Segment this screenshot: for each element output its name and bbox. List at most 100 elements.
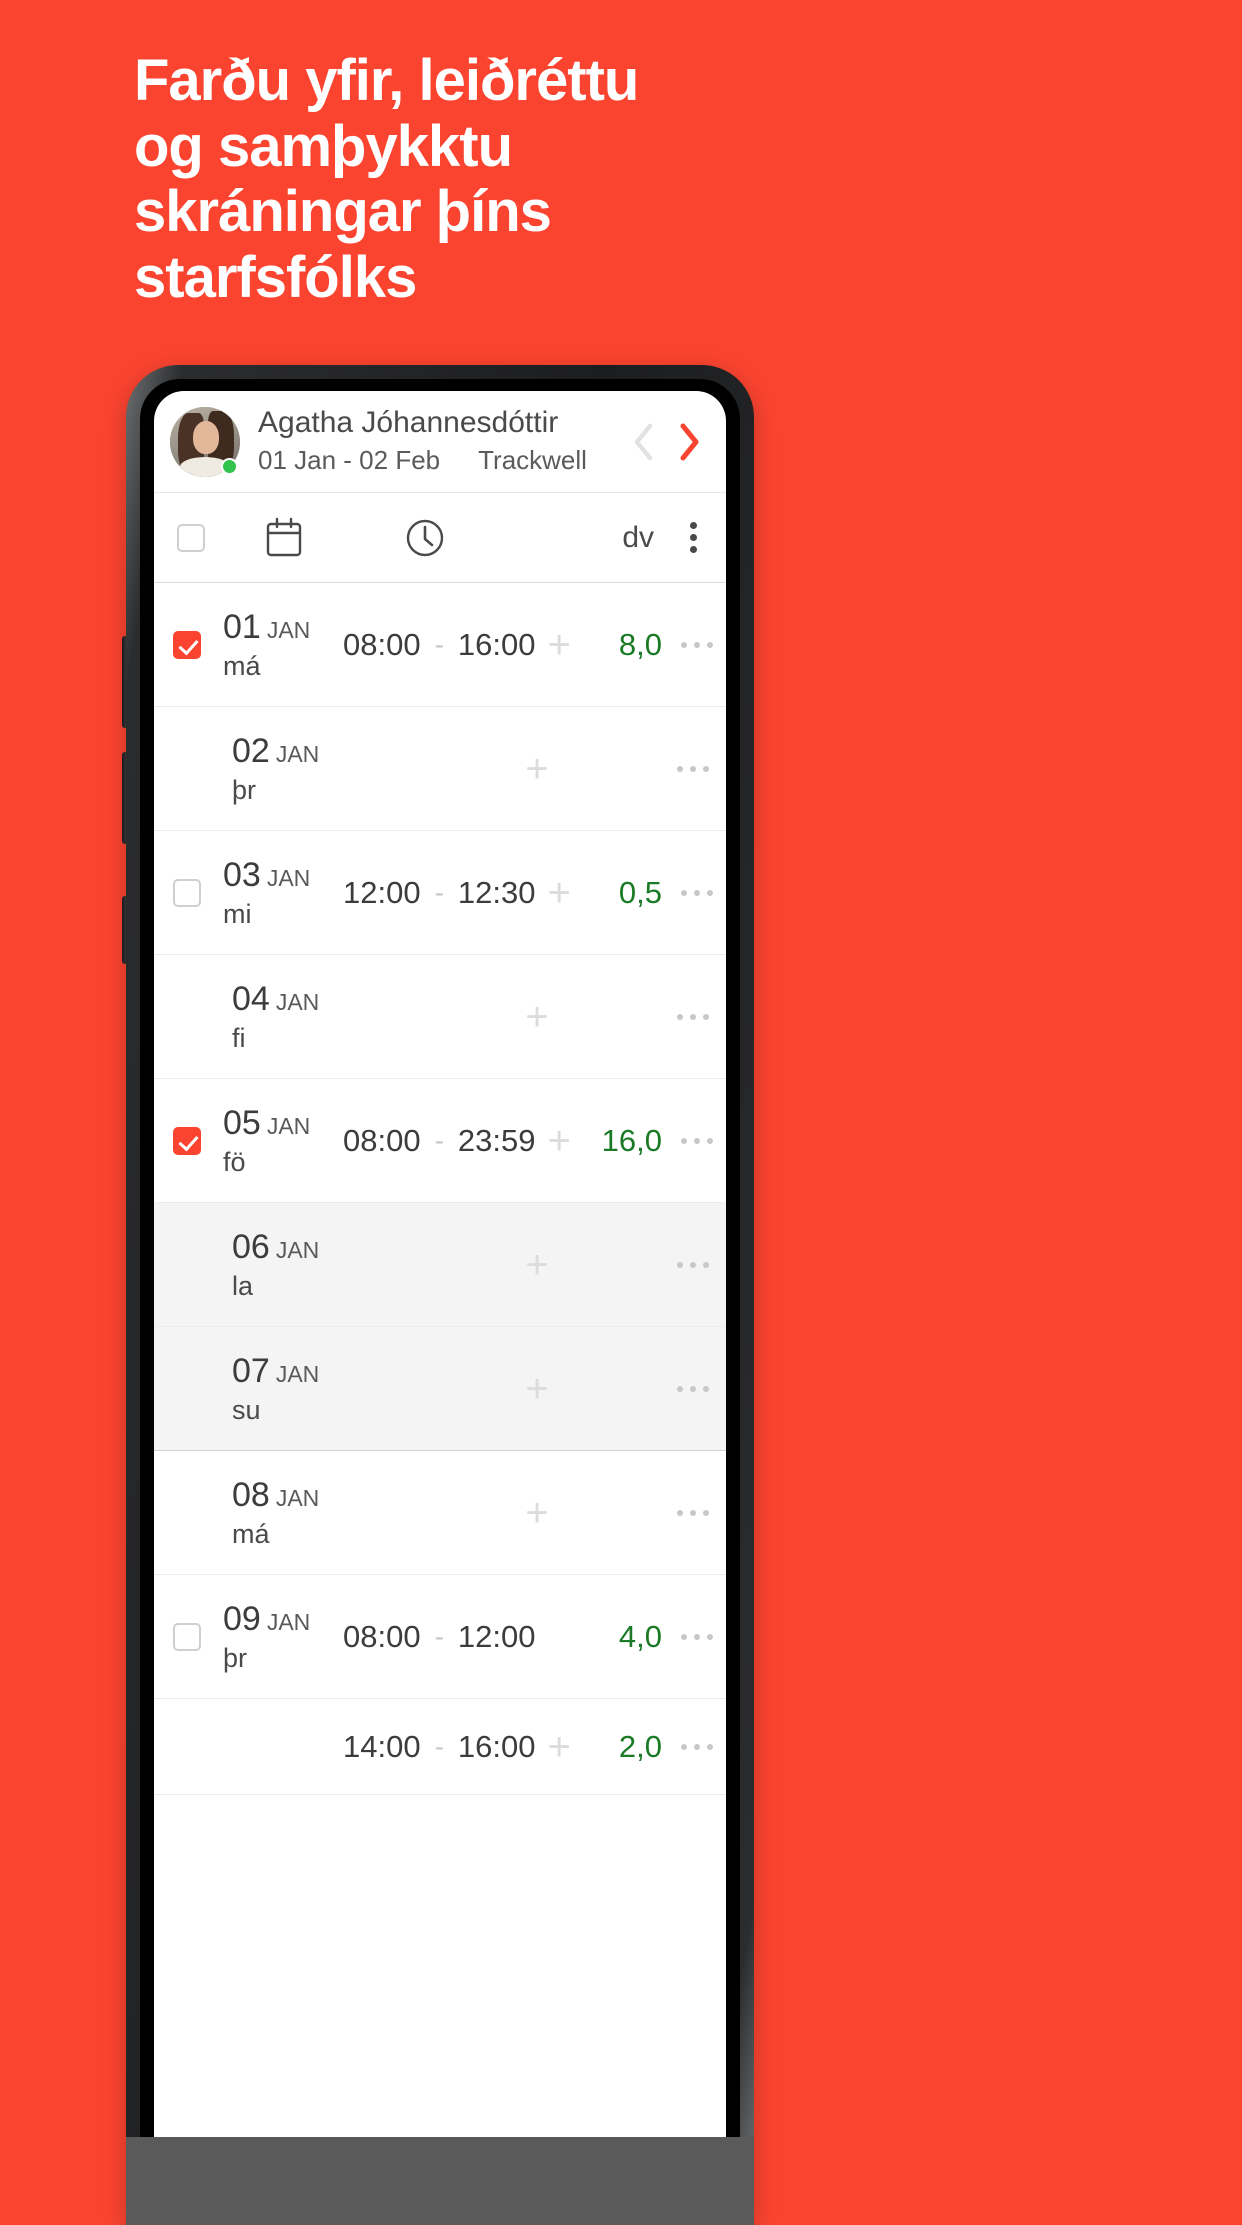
row-times-cell[interactable]: 08:00-12:00 xyxy=(343,1619,535,1655)
row-day-number: 05 xyxy=(223,1103,261,1142)
row-add-entry-button[interactable]: + xyxy=(536,873,583,913)
row-day-number: 03 xyxy=(223,855,261,894)
row-add-entry-button[interactable]: + xyxy=(510,1245,564,1285)
plus-icon: + xyxy=(547,1118,571,1163)
kebab-horizontal-icon xyxy=(681,889,713,896)
row-month: JAN xyxy=(266,1608,311,1635)
row-add-entry-button[interactable]: + xyxy=(510,1369,564,1409)
row-weekday: má xyxy=(232,1518,270,1549)
next-period-button[interactable] xyxy=(666,414,712,470)
table-row[interactable]: 05 JAN fö 08:00-23:59 +16,0 xyxy=(154,1079,726,1203)
table-row[interactable]: 02 JAN þr + xyxy=(154,707,726,831)
row-start-time[interactable]: 08:00 xyxy=(343,627,421,663)
kebab-horizontal-icon xyxy=(681,641,713,648)
row-overflow-menu-button[interactable] xyxy=(660,1261,726,1268)
row-end-time[interactable]: 16:00 xyxy=(458,627,536,663)
table-row[interactable]: 09 JAN þr 08:00-12:00 4,0 xyxy=(154,1575,726,1699)
row-add-entry-button[interactable]: + xyxy=(536,1121,583,1161)
row-start-time[interactable]: 08:00 xyxy=(343,1123,421,1159)
row-date-cell: 09 JAN þr xyxy=(219,1602,343,1672)
row-overflow-menu-button[interactable] xyxy=(660,1013,726,1020)
avatar[interactable] xyxy=(170,406,240,477)
row-checkbox[interactable] xyxy=(172,878,201,907)
row-overflow-menu-button[interactable] xyxy=(660,1509,726,1516)
plus-icon: + xyxy=(547,870,571,915)
table-row[interactable]: 08 JAN má + xyxy=(154,1451,726,1575)
row-month: JAN xyxy=(266,864,311,891)
table-row[interactable]: 01 JAN má 08:00-16:00 +8,0 xyxy=(154,583,726,707)
row-value-cell: 4,0 xyxy=(583,1619,668,1655)
scroll-pad xyxy=(154,1795,726,1855)
row-weekday: mi xyxy=(223,898,252,929)
row-day-number: 09 xyxy=(223,1599,261,1638)
row-overflow-menu-button[interactable] xyxy=(668,889,726,896)
header-subtitle: 01 Jan - 02 Feb Trackwell xyxy=(258,444,620,478)
row-overflow-menu-button[interactable] xyxy=(660,765,726,772)
table-row[interactable]: 04 JAN fi + xyxy=(154,955,726,1079)
prev-period-button[interactable] xyxy=(620,414,666,470)
row-add-entry-button[interactable]: + xyxy=(510,997,564,1037)
row-overflow-menu-button[interactable] xyxy=(668,1137,726,1144)
kebab-horizontal-icon xyxy=(677,1013,709,1020)
calendar-button[interactable] xyxy=(228,517,340,559)
row-end-time[interactable]: 12:00 xyxy=(458,1619,536,1655)
company-name: Trackwell xyxy=(478,445,587,476)
row-duration-value: 0,5 xyxy=(618,874,663,910)
row-date-cell: 02 JAN þr xyxy=(228,734,352,804)
row-times-cell[interactable]: 08:00-23:59 xyxy=(343,1123,535,1159)
row-value-cell: 2,0 xyxy=(583,1729,668,1765)
table-row[interactable]: 07 JAN su + xyxy=(154,1327,726,1451)
row-add-entry-button[interactable]: + xyxy=(536,1727,583,1767)
row-month: JAN xyxy=(275,1360,320,1387)
row-checkbox[interactable] xyxy=(172,630,201,659)
headline-line-3: skráningar þíns xyxy=(134,179,552,245)
row-duration-value: 4,0 xyxy=(618,1618,663,1654)
chevron-right-icon xyxy=(680,423,699,460)
row-overflow-menu-button[interactable] xyxy=(660,1385,726,1392)
row-weekday: má xyxy=(223,650,261,681)
table-row[interactable]: 06 JAN la + xyxy=(154,1203,726,1327)
row-month: JAN xyxy=(266,1112,311,1139)
table-row[interactable]: 03 JAN mi 12:00-12:30 +0,5 xyxy=(154,831,726,955)
select-all-cell[interactable] xyxy=(154,523,228,552)
row-end-time[interactable]: 23:59 xyxy=(458,1123,536,1159)
row-date-cell: 07 JAN su xyxy=(228,1354,352,1424)
overflow-menu-button[interactable] xyxy=(660,522,726,553)
row-overflow-menu-button[interactable] xyxy=(668,1633,726,1640)
row-start-time[interactable]: 08:00 xyxy=(343,1619,421,1655)
app-header: Agatha Jóhannesdóttir 01 Jan - 02 Feb Tr… xyxy=(154,391,726,493)
row-start-time[interactable]: 14:00 xyxy=(343,1729,421,1765)
row-date-cell: 05 JAN fö xyxy=(219,1106,343,1176)
row-add-entry-button[interactable]: + xyxy=(510,1493,564,1533)
app-screen: Agatha Jóhannesdóttir 01 Jan - 02 Feb Tr… xyxy=(154,391,726,2225)
row-duration-value: 8,0 xyxy=(618,626,663,662)
kebab-horizontal-icon xyxy=(677,1261,709,1268)
value-column-label: dv xyxy=(622,520,654,554)
row-time-separator: - xyxy=(434,1124,444,1156)
chevron-left-icon xyxy=(634,423,653,460)
kebab-vertical-icon xyxy=(689,522,697,553)
row-overflow-menu-button[interactable] xyxy=(668,1743,726,1750)
clock-button[interactable] xyxy=(340,516,510,560)
row-month: JAN xyxy=(275,1236,320,1263)
select-all-checkbox[interactable] xyxy=(177,523,205,552)
plus-icon: + xyxy=(525,1490,549,1535)
row-times-cell[interactable]: 12:00-12:30 xyxy=(343,875,535,911)
table-row[interactable]: 14:00-16:00 +2,0 xyxy=(154,1699,726,1795)
plus-icon: + xyxy=(525,746,549,791)
row-checkbox-cell[interactable] xyxy=(154,1622,219,1651)
row-checkbox-cell[interactable] xyxy=(154,1126,219,1155)
row-end-time[interactable]: 12:30 xyxy=(458,875,536,911)
row-overflow-menu-button[interactable] xyxy=(668,641,726,648)
row-times-cell[interactable]: 08:00-16:00 xyxy=(343,627,535,663)
row-checkbox[interactable] xyxy=(172,1622,201,1651)
row-checkbox-cell[interactable] xyxy=(154,630,219,659)
row-times-cell[interactable]: 14:00-16:00 xyxy=(343,1729,535,1765)
plus-icon: + xyxy=(525,1366,549,1411)
row-end-time[interactable]: 16:00 xyxy=(458,1729,536,1765)
row-add-entry-button[interactable]: + xyxy=(510,749,564,789)
row-checkbox[interactable] xyxy=(172,1126,201,1155)
row-add-entry-button[interactable]: + xyxy=(536,625,583,665)
row-checkbox-cell[interactable] xyxy=(154,878,219,907)
row-start-time[interactable]: 12:00 xyxy=(343,875,421,911)
